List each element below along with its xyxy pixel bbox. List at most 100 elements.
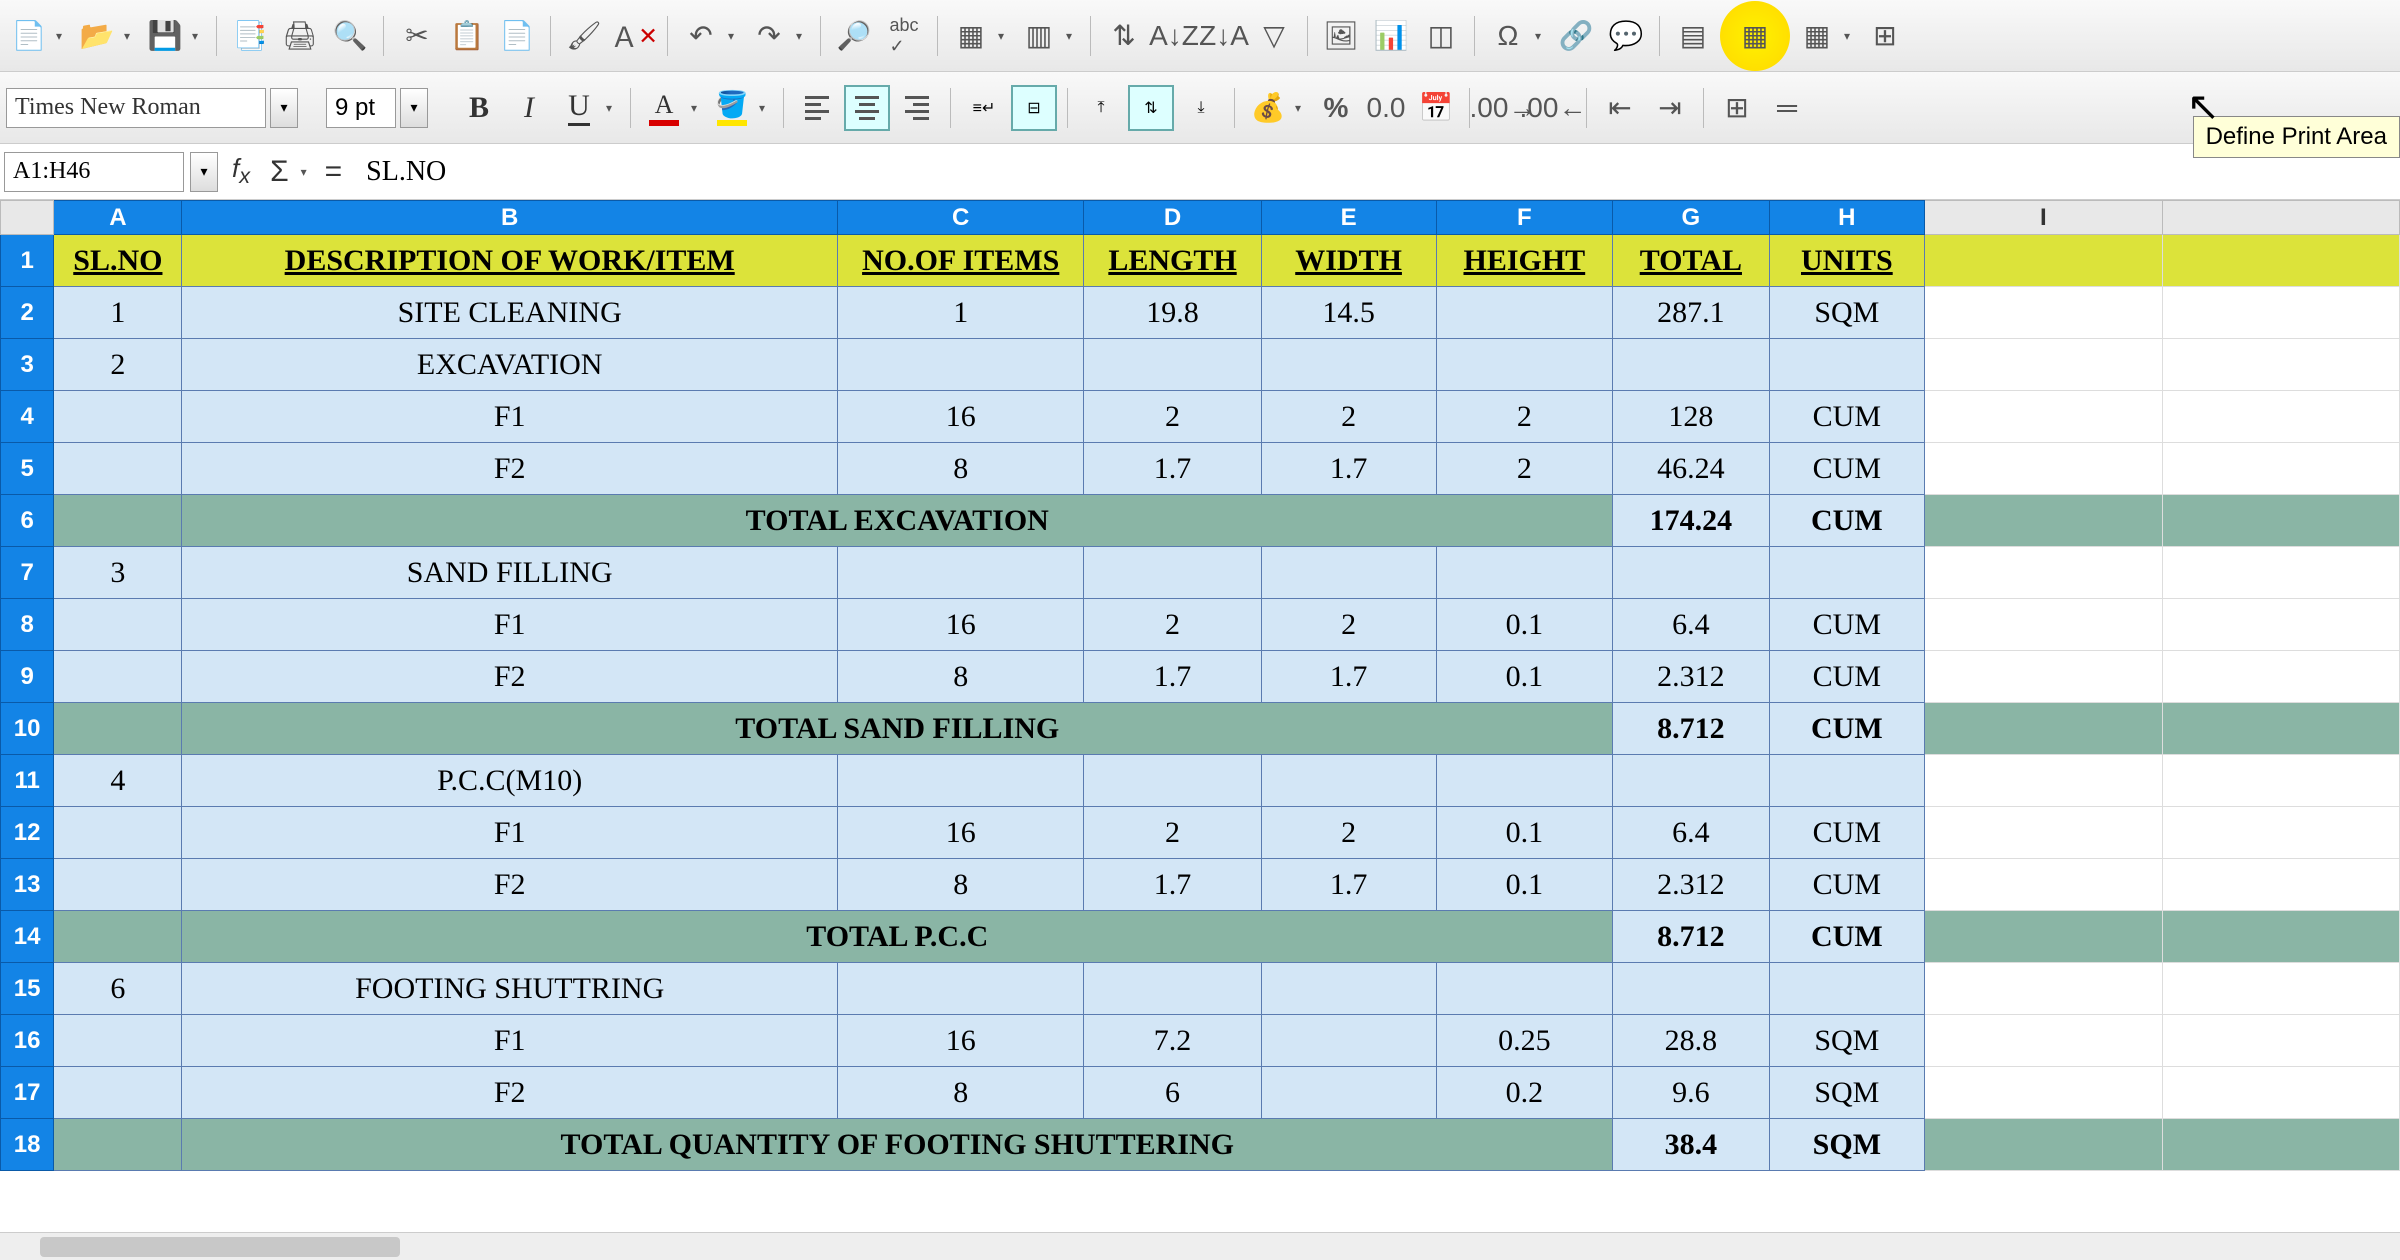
cell[interactable] xyxy=(1436,963,1612,1015)
cell[interactable] xyxy=(1925,443,2162,495)
row-hdr[interactable]: 3 xyxy=(1,339,54,391)
cell[interactable] xyxy=(54,807,182,859)
cell[interactable] xyxy=(1925,547,2162,599)
cell[interactable] xyxy=(2162,1015,2400,1067)
cell[interactable] xyxy=(2162,911,2400,963)
cell[interactable] xyxy=(1436,339,1612,391)
highlight-color-dropdown[interactable]: ▾ xyxy=(759,101,773,115)
cell[interactable] xyxy=(1925,651,2162,703)
cell[interactable]: 6 xyxy=(1084,1067,1261,1119)
image-icon[interactable]: 🖼 xyxy=(1318,13,1364,59)
total-value-cell[interactable]: 38.4 xyxy=(1613,1119,1770,1171)
cell[interactable]: CUM xyxy=(1769,859,1925,911)
cell[interactable] xyxy=(1436,547,1612,599)
cell[interactable] xyxy=(2162,235,2400,287)
sheet-area[interactable]: A B C D E F G H I 1SL.NODESCRIPTION OF W… xyxy=(0,200,2400,1232)
cell[interactable]: CUM xyxy=(1769,443,1925,495)
col-hdr-C[interactable]: C xyxy=(837,201,1084,235)
align-bottom-button[interactable]: ⤓ xyxy=(1178,85,1224,131)
sort-desc-icon[interactable]: Z↓A xyxy=(1201,13,1247,59)
align-middle-button[interactable]: ⇅ xyxy=(1128,85,1174,131)
undo-icon[interactable]: ↶ xyxy=(678,13,724,59)
name-box[interactable] xyxy=(4,152,184,192)
cell[interactable]: 3 xyxy=(54,547,182,599)
cell[interactable] xyxy=(2162,859,2400,911)
cell[interactable]: F1 xyxy=(182,391,838,443)
font-name-dropdown[interactable]: ▾ xyxy=(270,88,298,128)
comment-icon[interactable]: 💬 xyxy=(1603,13,1649,59)
cell[interactable]: 1.7 xyxy=(1084,859,1261,911)
new-doc-dropdown[interactable]: ▾ xyxy=(56,29,70,43)
select-all-corner[interactable] xyxy=(1,201,54,235)
cell[interactable] xyxy=(1925,287,2162,339)
cell[interactable] xyxy=(1925,703,2162,755)
cell[interactable] xyxy=(54,391,182,443)
total-value-cell[interactable]: 174.24 xyxy=(1613,495,1770,547)
cell[interactable] xyxy=(2162,1067,2400,1119)
freeze-icon[interactable]: ▦ xyxy=(1794,13,1840,59)
cell[interactable]: 2 xyxy=(1261,391,1436,443)
cell[interactable]: 14.5 xyxy=(1261,287,1436,339)
cell[interactable]: 28.8 xyxy=(1613,1015,1770,1067)
row-hdr[interactable]: 18 xyxy=(1,1119,54,1171)
export-pdf-icon[interactable]: 📑 xyxy=(227,13,273,59)
highlight-color-button[interactable]: 🪣 xyxy=(709,85,755,131)
cell[interactable]: 1.7 xyxy=(1261,651,1436,703)
spellcheck-icon[interactable]: abc✓ xyxy=(881,13,927,59)
split-window-icon[interactable]: ⊞ xyxy=(1862,13,1908,59)
row-hdr[interactable]: 12 xyxy=(1,807,54,859)
cell[interactable]: 287.1 xyxy=(1613,287,1770,339)
sort-asc-icon[interactable]: A↓Z xyxy=(1151,13,1197,59)
row-hdr[interactable]: 9 xyxy=(1,651,54,703)
cell[interactable]: LENGTH xyxy=(1084,235,1261,287)
row-icon[interactable]: ▦ xyxy=(948,13,994,59)
cell[interactable]: 2 xyxy=(1084,807,1261,859)
remove-decimal-button[interactable]: .00← xyxy=(1530,85,1576,131)
italic-button[interactable]: I xyxy=(506,85,552,131)
cell[interactable]: 2 xyxy=(1261,599,1436,651)
cell[interactable]: 1.7 xyxy=(1261,443,1436,495)
cell[interactable] xyxy=(1084,547,1261,599)
cell[interactable]: CUM xyxy=(1769,807,1925,859)
underline-button[interactable]: U xyxy=(556,85,602,131)
cell[interactable]: 128 xyxy=(1613,391,1770,443)
new-doc-icon[interactable]: 📄 xyxy=(6,13,52,59)
total-label-cell[interactable]: TOTAL P.C.C xyxy=(182,911,1613,963)
cell[interactable] xyxy=(1925,755,2162,807)
cell[interactable] xyxy=(54,703,182,755)
cell[interactable]: 1.7 xyxy=(1084,651,1261,703)
cell[interactable]: CUM xyxy=(1769,651,1925,703)
cell[interactable]: 6.4 xyxy=(1613,807,1770,859)
cell[interactable]: 46.24 xyxy=(1613,443,1770,495)
cell[interactable] xyxy=(837,963,1084,1015)
cell[interactable] xyxy=(1925,963,2162,1015)
font-color-button[interactable]: A xyxy=(641,85,687,131)
chart-icon[interactable]: 📊 xyxy=(1368,13,1414,59)
cell[interactable] xyxy=(2162,287,2400,339)
cell[interactable]: 2.312 xyxy=(1613,859,1770,911)
cell[interactable] xyxy=(54,443,182,495)
cell[interactable]: F2 xyxy=(182,651,838,703)
total-label-cell[interactable]: TOTAL EXCAVATION xyxy=(182,495,1613,547)
borders-button[interactable]: ⊞ xyxy=(1714,85,1760,131)
cell[interactable]: EXCAVATION xyxy=(182,339,838,391)
col-hdr-F[interactable]: F xyxy=(1436,201,1612,235)
units-cell[interactable]: CUM xyxy=(1769,911,1925,963)
align-top-button[interactable]: ⤒ xyxy=(1078,85,1124,131)
pivot-icon[interactable]: ◫ xyxy=(1418,13,1464,59)
total-value-cell[interactable]: 8.712 xyxy=(1613,703,1770,755)
cell[interactable]: 0.25 xyxy=(1436,1015,1612,1067)
percent-button[interactable]: % xyxy=(1313,85,1359,131)
total-value-cell[interactable]: 8.712 xyxy=(1613,911,1770,963)
sum-icon[interactable]: Σ xyxy=(270,155,289,189)
cell[interactable]: FOOTING SHUTTRING xyxy=(182,963,838,1015)
underline-dropdown[interactable]: ▾ xyxy=(606,101,620,115)
cell[interactable] xyxy=(1925,859,2162,911)
row-hdr[interactable]: 8 xyxy=(1,599,54,651)
cell[interactable] xyxy=(1261,755,1436,807)
scrollbar-thumb[interactable] xyxy=(40,1237,400,1257)
cell[interactable]: SAND FILLING xyxy=(182,547,838,599)
cell[interactable] xyxy=(54,651,182,703)
cell[interactable]: F1 xyxy=(182,1015,838,1067)
special-char-dropdown[interactable]: ▾ xyxy=(1535,29,1549,43)
